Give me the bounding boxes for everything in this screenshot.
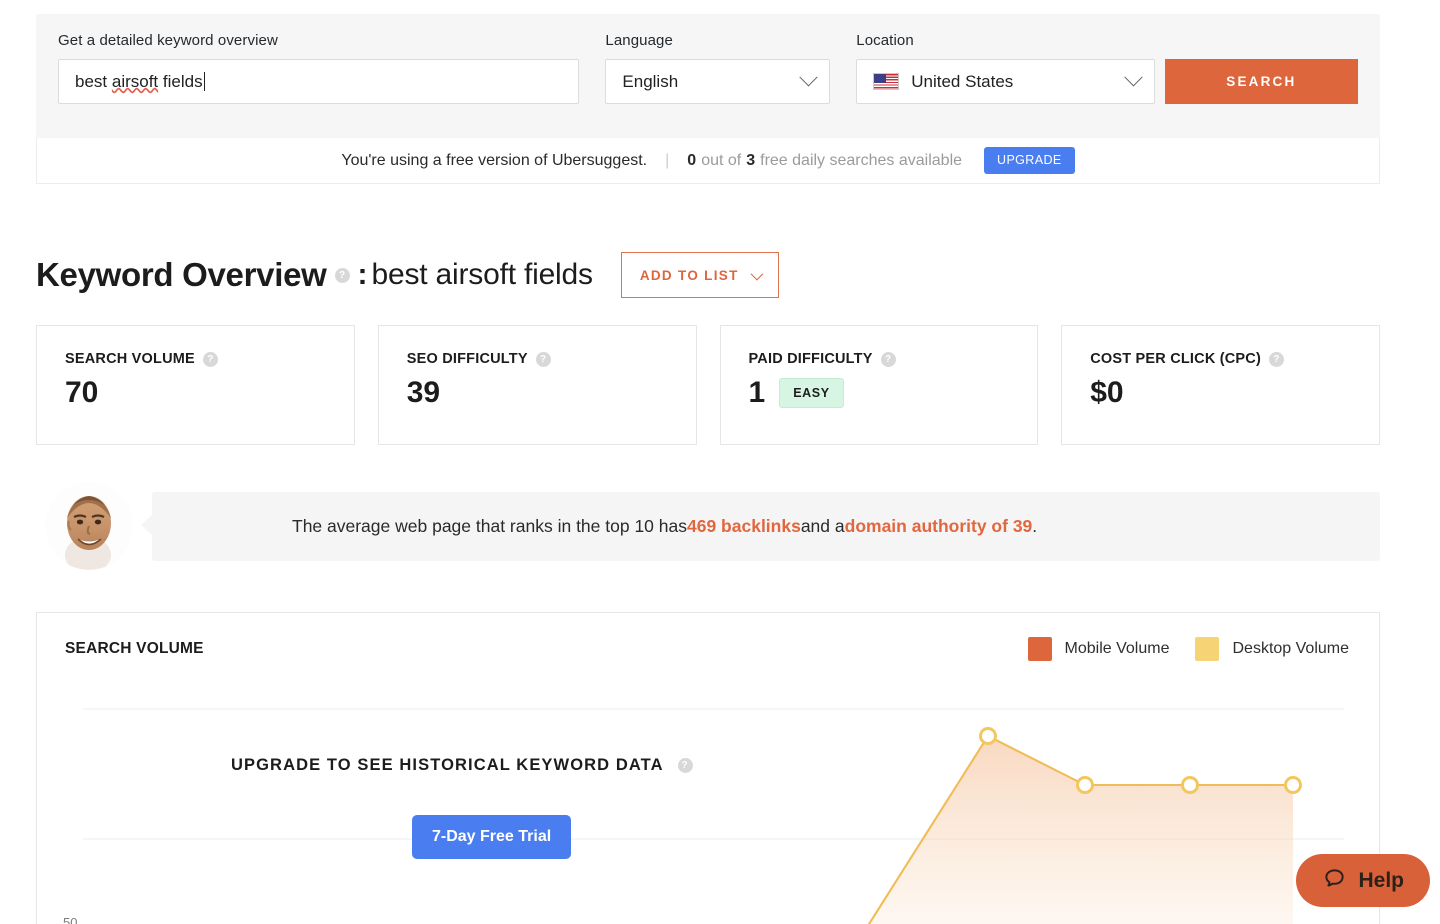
notice-suffix: free daily searches available (760, 152, 962, 170)
help-icon[interactable]: ? (335, 268, 350, 283)
free-trial-button[interactable]: 7-Day Free Trial (412, 815, 571, 859)
metric-card-seo-difficulty: SEO DIFFICULTY ? 39 (378, 325, 697, 445)
notice-out-of: out of (701, 152, 741, 170)
notice-message: You're using a free version of Ubersugge… (341, 152, 647, 170)
title-colon: : (358, 258, 368, 292)
page-title-row: Keyword Overview ? : best airsoft fields… (36, 252, 779, 298)
metric-label-text: PAID DIFFICULTY (749, 351, 873, 367)
chevron-down-icon (1124, 68, 1142, 86)
language-field-label: Language (605, 32, 830, 49)
search-panel: Get a detailed keyword overview best air… (36, 14, 1380, 138)
metric-label: PAID DIFFICULTY ? (749, 351, 1010, 367)
page-title: Keyword Overview (36, 256, 327, 294)
keyword-field-group: Get a detailed keyword overview best air… (58, 32, 579, 104)
keyword-input-value: best airsoft fields (75, 72, 203, 92)
metric-value: 70 (65, 376, 326, 410)
chart-header: SEARCH VOLUME Mobile Volume Desktop Volu… (37, 613, 1379, 661)
chevron-down-icon (800, 68, 818, 86)
help-icon[interactable]: ? (1269, 352, 1284, 367)
help-icon[interactable]: ? (678, 758, 693, 773)
add-to-list-button[interactable]: ADD TO LIST (621, 252, 779, 298)
help-icon[interactable]: ? (881, 352, 896, 367)
metric-label-text: COST PER CLICK (CPC) (1090, 351, 1261, 367)
keyword-suffix: fields (158, 72, 202, 91)
legend-label: Mobile Volume (1065, 640, 1170, 658)
upgrade-overlay-title: UPGRADE TO SEE HISTORICAL KEYWORD DATA ? (231, 756, 701, 775)
chart-plot-area: 50 (37, 689, 1380, 924)
us-flag-icon (873, 73, 899, 90)
upgrade-overlay-text: UPGRADE TO SEE HISTORICAL KEYWORD DATA (231, 756, 664, 775)
chart-area-fill (857, 736, 1293, 924)
search-field-row: Get a detailed keyword overview best air… (58, 32, 1358, 104)
status-badge: EASY (779, 378, 843, 408)
metric-value: $0 (1090, 376, 1351, 410)
add-to-list-label: ADD TO LIST (640, 268, 739, 283)
legend-swatch-mobile (1028, 637, 1052, 661)
metric-label-text: SEARCH VOLUME (65, 351, 195, 367)
help-icon[interactable]: ? (203, 352, 218, 367)
location-select[interactable]: United States (856, 59, 1155, 104)
language-select-value: English (622, 72, 678, 92)
keyword-input[interactable]: best airsoft fields (58, 59, 579, 104)
notice-searches-total: 3 (746, 152, 755, 170)
metric-label: COST PER CLICK (CPC) ? (1090, 351, 1351, 367)
keyword-overview-page: Get a detailed keyword overview best air… (0, 0, 1440, 924)
legend-item-desktop[interactable]: Desktop Volume (1195, 637, 1349, 661)
chart-legend: Mobile Volume Desktop Volume (1028, 637, 1349, 661)
page-title-keyword: best airsoft fields (372, 258, 593, 292)
help-widget-label: Help (1358, 869, 1404, 893)
notice-separator: | (665, 152, 669, 170)
text-caret (204, 72, 205, 91)
location-select-value: United States (911, 72, 1013, 92)
location-select-left: United States (873, 72, 1013, 92)
metric-cards: SEARCH VOLUME ? 70 SEO DIFFICULTY ? 39 P… (36, 325, 1380, 445)
insight-text-1: The average web page that ranks in the t… (292, 516, 687, 537)
metric-label: SEO DIFFICULTY ? (407, 351, 668, 367)
free-version-notice: You're using a free version of Ubersugge… (36, 138, 1380, 184)
location-field-label: Location (856, 32, 1155, 49)
language-field-group: Language English (605, 32, 830, 104)
metric-value-row: 1 EASY (749, 376, 1010, 410)
metric-value: 1 (749, 376, 766, 410)
insight-text-2: and a (801, 516, 845, 537)
metric-label: SEARCH VOLUME ? (65, 351, 326, 367)
keyword-misspelled-word: airsoft (112, 72, 158, 91)
legend-label: Desktop Volume (1232, 640, 1349, 658)
insight-highlight-backlinks: 469 backlinks (687, 516, 801, 537)
chart-point (1286, 778, 1301, 793)
upgrade-button[interactable]: UPGRADE (984, 147, 1075, 174)
help-icon[interactable]: ? (536, 352, 551, 367)
avatar (45, 482, 133, 570)
insight-bubble: The average web page that ranks in the t… (152, 492, 1380, 561)
metric-card-paid-difficulty: PAID DIFFICULTY ? 1 EASY (720, 325, 1039, 445)
location-field-group: Location United States (856, 32, 1155, 104)
chevron-down-icon (750, 267, 763, 280)
keyword-prefix: best (75, 72, 112, 91)
metric-card-search-volume: SEARCH VOLUME ? 70 (36, 325, 355, 445)
search-button[interactable]: SEARCH (1165, 59, 1358, 104)
keyword-field-label: Get a detailed keyword overview (58, 32, 579, 49)
legend-item-mobile[interactable]: Mobile Volume (1028, 637, 1170, 661)
legend-swatch-desktop (1195, 637, 1219, 661)
metric-value: 39 (407, 376, 668, 410)
insight-text-3: . (1032, 516, 1037, 537)
metric-label-text: SEO DIFFICULTY (407, 351, 528, 367)
insight-banner: The average web page that ranks in the t… (45, 482, 1380, 572)
speech-bubble-icon (1322, 866, 1347, 896)
chart-point (1078, 778, 1093, 793)
metric-card-cpc: COST PER CLICK (CPC) ? $0 (1061, 325, 1380, 445)
chart-title: SEARCH VOLUME (65, 640, 204, 658)
notice-searches-used: 0 (687, 152, 696, 170)
help-widget[interactable]: Help (1296, 854, 1430, 907)
y-axis-tick-50: 50 (63, 915, 77, 924)
chart-point (1183, 778, 1198, 793)
language-select[interactable]: English (605, 59, 830, 104)
chart-point (981, 729, 996, 744)
insight-highlight-authority: domain authority of 39 (845, 516, 1033, 537)
